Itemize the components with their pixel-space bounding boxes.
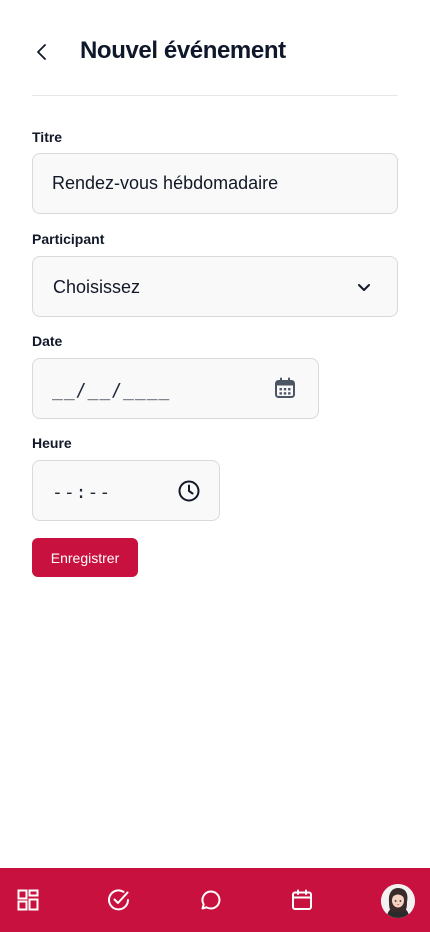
chevron-down-icon [355, 277, 373, 297]
page-header: Nouvel événement [32, 30, 398, 96]
time-input-placeholder: --:-- [52, 482, 112, 503]
title-label: Titre [32, 129, 63, 145]
date-input[interactable]: __/__/____ [32, 358, 319, 419]
back-button[interactable] [32, 36, 64, 68]
avatar[interactable] [381, 884, 415, 918]
chevron-left-icon [37, 44, 46, 60]
participant-label: Participant [32, 231, 105, 247]
participant-select[interactable]: Choisissez [32, 256, 398, 317]
title-input[interactable]: Rendez-vous hébdomadaire [32, 153, 398, 214]
save-button[interactable]: Enregistrer [32, 538, 138, 577]
page-title: Nouvel événement [80, 37, 286, 64]
calendar-icon [292, 889, 312, 910]
time-input[interactable]: --:-- [32, 460, 220, 521]
dashboard-grid-icon [17, 889, 39, 911]
nav-messages[interactable] [195, 884, 227, 916]
nav-calendar[interactable] [286, 884, 318, 916]
time-label: Heure [32, 435, 72, 451]
nav-tasks[interactable] [103, 884, 135, 916]
date-label: Date [32, 333, 63, 349]
nav-dashboard[interactable] [12, 884, 44, 916]
title-input-value: Rendez-vous hébdomadaire [52, 173, 279, 193]
avatar-image [381, 884, 415, 918]
chat-bubble-icon [201, 890, 221, 910]
date-input-placeholder: __/__/____ [52, 380, 171, 401]
participant-select-value: Choisissez [53, 277, 141, 297]
calendar-icon[interactable] [273, 376, 297, 400]
clock-icon[interactable] [177, 479, 201, 503]
bottom-nav [0, 868, 430, 932]
check-circle-icon [108, 889, 129, 911]
